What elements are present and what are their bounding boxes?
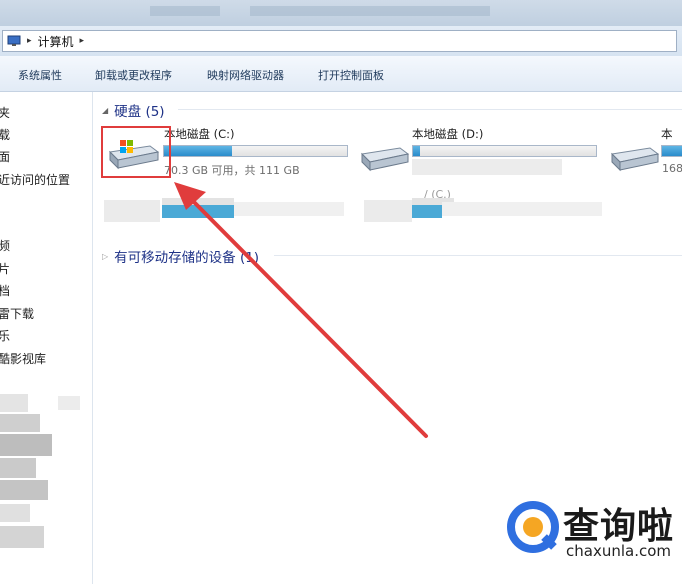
watermark-url: chaxunla.com xyxy=(566,542,671,560)
watermark-logo-icon xyxy=(507,501,559,553)
